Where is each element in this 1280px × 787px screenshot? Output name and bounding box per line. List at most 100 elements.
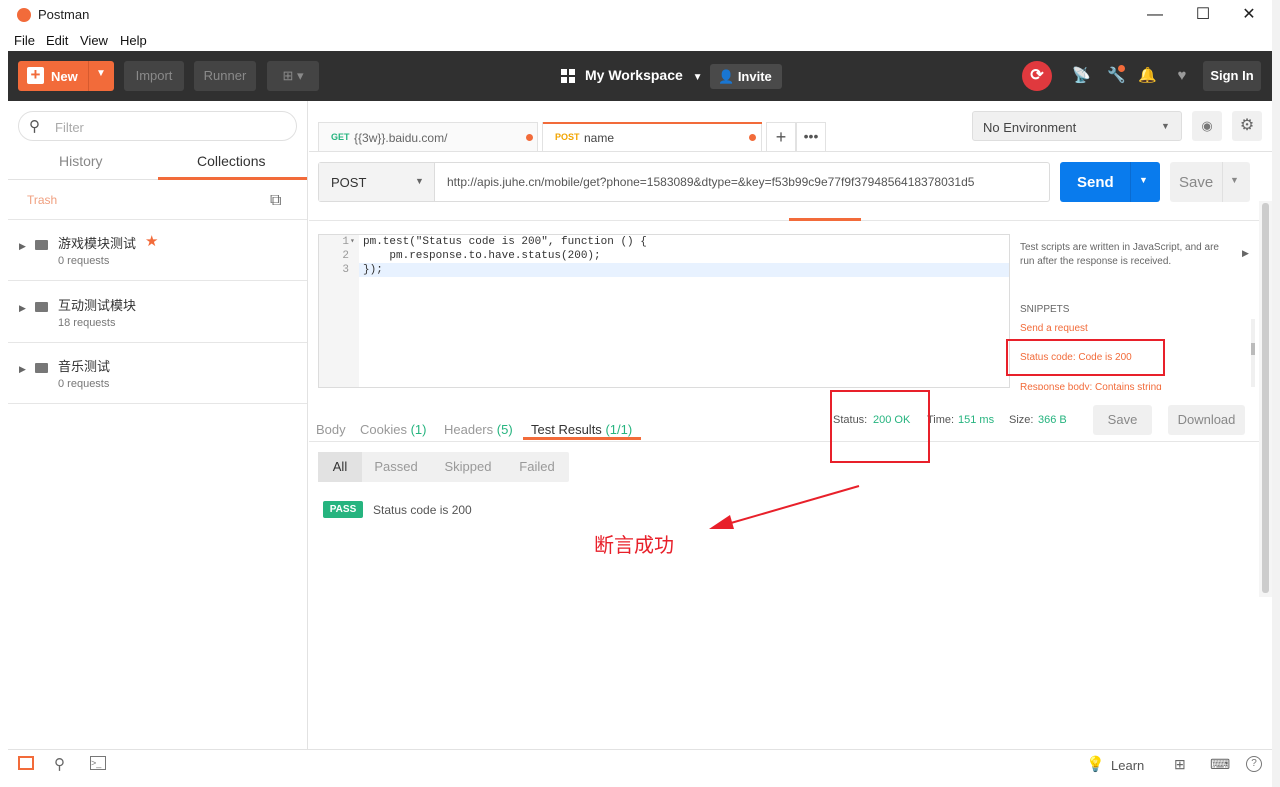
scrollbar[interactable]: [1251, 319, 1255, 387]
request-tab-active[interactable]: POST name: [542, 122, 762, 152]
filter-input[interactable]: ⚲ Filter: [18, 111, 297, 141]
sidebar: ⚲ Filter History Collections Trash ⧉ ▶ 游…: [8, 101, 308, 749]
help-icon[interactable]: ?: [1246, 756, 1262, 772]
time-value: 151 ms: [958, 414, 995, 426]
menu-file[interactable]: File: [14, 33, 35, 48]
collection-item[interactable]: ▶ 互动测试模块 18 requests: [8, 282, 307, 343]
filter-passed[interactable]: Passed: [367, 452, 425, 482]
tab-headers[interactable]: Headers (5): [444, 422, 513, 437]
collection-name: 游戏模块测试: [58, 236, 137, 251]
size-label: Size:: [1009, 414, 1034, 426]
plus-icon: +: [27, 66, 44, 84]
snippets-heading: SNIPPETS: [1020, 304, 1070, 315]
search-icon: ⚲: [29, 118, 40, 135]
annotation-box-snippet: [1006, 339, 1165, 376]
tab-body[interactable]: Body: [316, 422, 346, 437]
snippet-link[interactable]: Send a request: [1020, 323, 1088, 334]
unsaved-dot: [749, 134, 756, 141]
two-pane-icon[interactable]: ⊞: [1174, 756, 1186, 773]
active-tab-indicator: [158, 177, 307, 180]
eye-icon[interactable]: ◉: [1192, 111, 1222, 141]
new-label: New: [51, 69, 78, 84]
chevron-down-icon[interactable]: ▼: [96, 68, 106, 79]
lightbulb-icon: 💡: [1086, 756, 1105, 773]
size-value: 366 B: [1038, 414, 1067, 426]
annotation-arrow: [709, 485, 860, 529]
minimize-button[interactable]: —: [1135, 4, 1175, 26]
menu-help[interactable]: Help: [120, 33, 147, 48]
fold-icon[interactable]: ▾: [350, 236, 355, 246]
tab-test-results[interactable]: Test Results (1/1): [531, 422, 632, 437]
maximize-button[interactable]: ☐: [1183, 4, 1223, 26]
new-window-button[interactable]: ⊞ ▾: [267, 61, 319, 91]
folder-icon: [35, 363, 48, 373]
collection-item[interactable]: ▶ 游戏模块测试 ★ 0 requests: [8, 220, 307, 281]
caret-right-icon[interactable]: ▶: [19, 303, 26, 314]
tab-cookies[interactable]: Cookies (1): [360, 422, 426, 437]
chevron-right-icon[interactable]: ▶: [1242, 248, 1249, 259]
invite-button[interactable]: 👤 Invite: [710, 64, 782, 89]
method-select[interactable]: POST ▼: [319, 163, 435, 201]
snippet-link[interactable]: Response body: Contains string: [1020, 382, 1162, 390]
star-icon[interactable]: ★: [145, 232, 158, 250]
trash-link[interactable]: Trash: [27, 193, 57, 207]
active-tab-indicator: [789, 218, 861, 221]
import-button[interactable]: Import: [124, 61, 184, 91]
tab-history[interactable]: History: [59, 153, 103, 169]
satellite-icon[interactable]: 📡: [1072, 67, 1091, 85]
main-scrollbar[interactable]: [1259, 201, 1272, 597]
notification-dot: [1118, 65, 1125, 72]
tab-collections[interactable]: Collections: [197, 153, 265, 169]
chevron-down-icon: ▼: [415, 176, 424, 186]
download-button[interactable]: Download: [1168, 405, 1245, 435]
search-icon[interactable]: ⚲: [54, 755, 65, 773]
sidebar-toggle-icon[interactable]: [18, 756, 34, 770]
code-line: });: [363, 264, 383, 276]
sign-in-button[interactable]: Sign In: [1203, 61, 1261, 91]
title-bar: Postman — ☐ ✕: [8, 0, 1272, 30]
environment-select[interactable]: No Environment ▼: [972, 111, 1182, 141]
menu-view[interactable]: View: [80, 33, 108, 48]
annotation-box-status: [830, 390, 930, 463]
heart-icon[interactable]: ♥: [1173, 67, 1191, 85]
menu-edit[interactable]: Edit: [46, 33, 68, 48]
line-number: 3: [342, 264, 349, 276]
console-icon[interactable]: >_: [90, 756, 106, 770]
line-number: 2: [342, 250, 349, 262]
workspace-selector[interactable]: My Workspace ▼: [585, 67, 703, 83]
annotation-text: 断言成功: [594, 535, 674, 557]
tests-code-editor[interactable]: 1 ▾ 2 3 pm.test("Status code is 200", fu…: [318, 234, 1010, 388]
caret-right-icon[interactable]: ▶: [19, 364, 26, 375]
save-response-button[interactable]: Save: [1093, 405, 1152, 435]
sync-icon[interactable]: ⟳: [1022, 61, 1052, 91]
filter-failed[interactable]: Failed: [509, 452, 565, 482]
chevron-down-icon[interactable]: ▼: [1230, 175, 1239, 185]
folder-icon: [35, 240, 48, 250]
caret-right-icon[interactable]: ▶: [19, 241, 26, 252]
new-collection-icon[interactable]: ⧉: [270, 192, 281, 210]
folder-icon: [35, 302, 48, 312]
add-tab-button[interactable]: +: [766, 122, 796, 152]
gear-icon[interactable]: ⚙: [1232, 111, 1262, 141]
new-button[interactable]: + New ▼: [18, 61, 114, 91]
menu-bar: File Edit View Help: [8, 30, 1272, 51]
bell-icon[interactable]: 🔔: [1138, 67, 1157, 85]
pass-badge: PASS: [323, 501, 363, 518]
runner-button[interactable]: Runner: [194, 61, 256, 91]
keyboard-icon[interactable]: ⌨: [1210, 756, 1230, 773]
new-window-icon: ⊞ ▾: [282, 68, 304, 83]
send-button[interactable]: Send ▼: [1060, 162, 1160, 202]
tab-method: GET: [331, 132, 350, 142]
chevron-down-icon[interactable]: ▼: [1139, 175, 1148, 185]
tab-options-button[interactable]: •••: [796, 122, 826, 152]
learn-link[interactable]: Learn: [1111, 758, 1144, 773]
chevron-down-icon: ▼: [692, 72, 703, 83]
filter-all[interactable]: All: [318, 452, 362, 482]
save-request-button[interactable]: Save ▼: [1170, 162, 1250, 202]
close-button[interactable]: ✕: [1229, 4, 1269, 26]
unsaved-dot: [526, 134, 533, 141]
collection-item[interactable]: ▶ 音乐测试 0 requests: [8, 343, 307, 404]
filter-skipped[interactable]: Skipped: [437, 452, 499, 482]
request-tab[interactable]: GET {{3w}}.baidu.com/: [318, 122, 538, 152]
url-input[interactable]: http://apis.juhe.cn/mobile/get?phone=158…: [447, 175, 974, 189]
